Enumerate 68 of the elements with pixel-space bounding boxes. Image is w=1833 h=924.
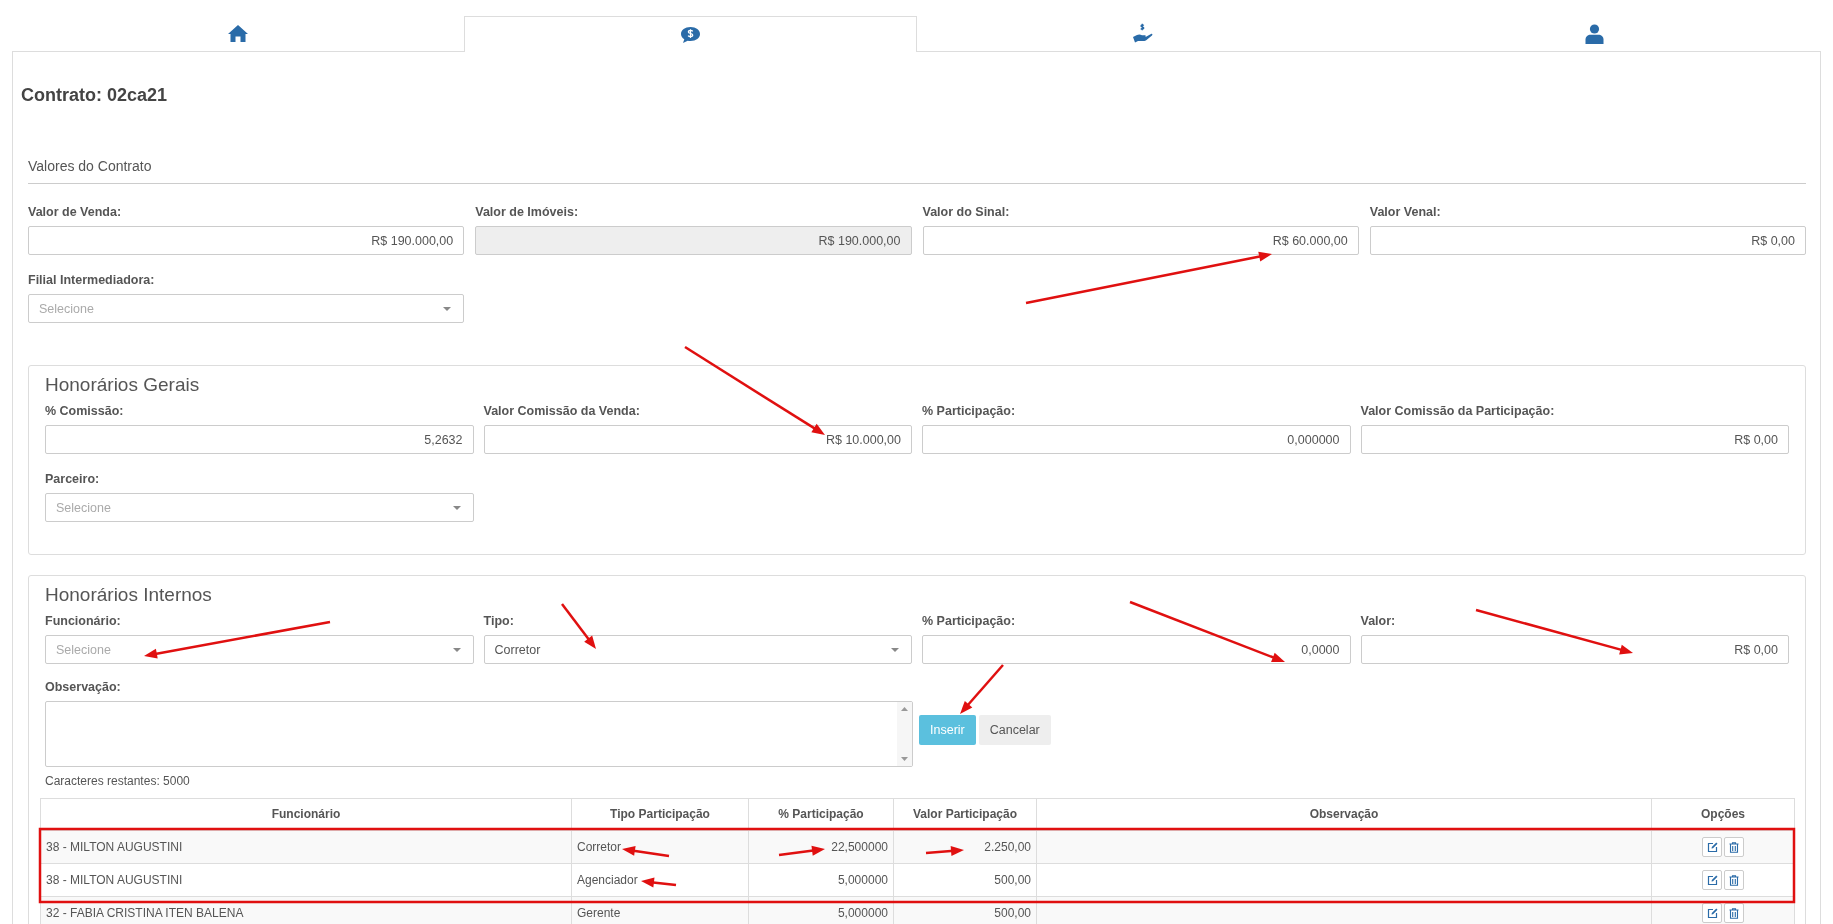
contract-title: Contrato: 02ca21 (21, 84, 169, 107)
table-cell: 5,000000 (748, 863, 894, 897)
edit-icon (1706, 874, 1718, 886)
scroll-up-icon (901, 707, 908, 711)
field-label: Valor do Sinal: (922, 204, 1010, 220)
input-field[interactable]: R$ 60.000,00 (922, 226, 1359, 255)
trash-icon (1729, 841, 1739, 853)
annotation-arrow (561, 603, 596, 649)
field-label: Tipo: (483, 613, 514, 629)
annotation-arrow (622, 845, 670, 858)
field-label: Valor Comissão da Venda: (483, 403, 640, 419)
field-label: Valor de Venda: (28, 204, 122, 220)
caret-icon (443, 307, 452, 311)
table-cell: Corretor (571, 830, 749, 864)
hand-with-dollar-icon (1131, 22, 1154, 45)
home-icon (227, 24, 250, 43)
field-label: % Comissão: (45, 403, 124, 419)
annotation-arrow (778, 845, 825, 857)
delete-button[interactable] (1724, 870, 1744, 890)
user-icon (1585, 23, 1605, 44)
edit-button[interactable] (1702, 870, 1722, 890)
field-label: Valor de Imóveis: (475, 204, 579, 220)
input-field[interactable]: 0,000000 (922, 425, 1351, 454)
field-label: Funcionário: (45, 613, 121, 629)
scroll-down-icon (901, 757, 908, 761)
table-cell: 38 - MILTON AUGUSTINI (40, 830, 572, 864)
table-cell: 38 - MILTON AUGUSTINI (40, 863, 572, 897)
cancel-button[interactable]: Cancelar (978, 715, 1051, 745)
input-field[interactable]: R$ 10.000,00 (483, 425, 912, 454)
trash-icon (1729, 874, 1739, 886)
panel-title: Honorários Gerais (45, 374, 201, 396)
field-label: % Participação: (922, 403, 1016, 419)
textarea-field[interactable] (45, 701, 913, 767)
field-label: Filial Intermediadora: (28, 272, 155, 288)
characters-remaining: Caracteres restantes: 5000 (45, 774, 191, 788)
scrollbar[interactable] (897, 702, 912, 766)
annotation-arrow (925, 846, 964, 856)
input-field[interactable]: 5,2632 (45, 425, 474, 454)
delete-button[interactable] (1724, 837, 1744, 857)
delete-button[interactable] (1724, 903, 1744, 923)
panel-title: Honorários Internos (45, 584, 213, 606)
field-label: Valor Venal: (1369, 204, 1441, 220)
caret-icon (891, 648, 899, 652)
input-field[interactable]: 0,0000 (922, 635, 1351, 664)
input-field[interactable]: R$ 190.000,00 (28, 226, 465, 255)
table-cell: 500,00 (893, 863, 1037, 897)
field-label: Valor Comissão da Participação: (1360, 403, 1555, 419)
select-dropdown[interactable]: Corretor (483, 635, 912, 664)
input-field[interactable]: R$ 0,00 (1369, 226, 1806, 255)
caret-icon (452, 648, 461, 652)
input-field[interactable]: R$ 0,00 (1360, 425, 1789, 454)
trash-icon (1729, 907, 1739, 919)
section-heading: Valores do Contrato (28, 158, 153, 174)
field-label: Valor: (1360, 613, 1396, 629)
table-cell: 2.250,00 (893, 830, 1037, 864)
field-label: Observação: (45, 679, 121, 695)
annotation-arrow (641, 877, 677, 888)
field-label: Parceiro: (45, 471, 100, 487)
edit-button[interactable] (1702, 837, 1722, 857)
edit-icon (1706, 907, 1718, 919)
caret-icon (452, 506, 461, 510)
annotation-arrow (960, 664, 1004, 714)
dollar-speech-bubble-icon (679, 25, 701, 44)
input-field[interactable]: R$ 0,00 (1360, 635, 1789, 664)
table-cell: 22,500000 (748, 830, 894, 864)
field-label: % Participação: (922, 613, 1016, 629)
edit-icon (1706, 841, 1718, 853)
edit-button[interactable] (1702, 903, 1722, 923)
